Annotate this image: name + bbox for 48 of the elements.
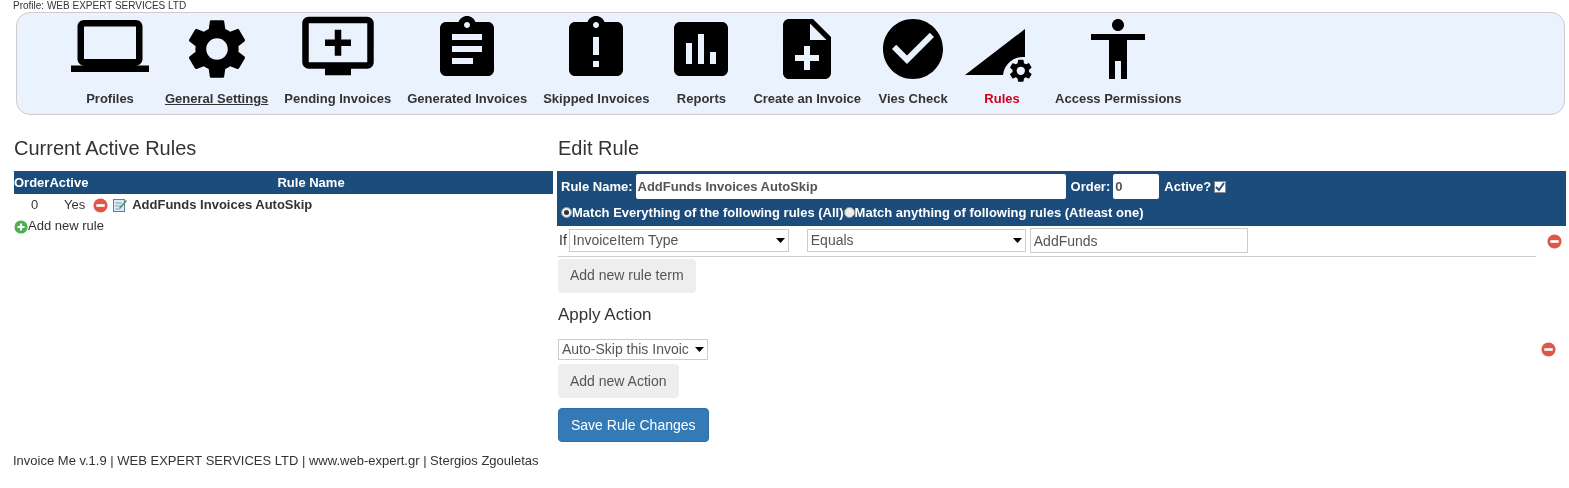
order-field[interactable]: 0 (1113, 174, 1160, 199)
delete-icon[interactable] (1541, 342, 1556, 357)
nav-link[interactable]: General Settings (165, 88, 269, 108)
value-field[interactable]: AddFunds (1029, 228, 1248, 253)
caret-icon (1012, 238, 1022, 243)
active-label: Active? (1164, 177, 1212, 196)
radio-label: Match Everything of the following rules (All) (572, 204, 844, 222)
caret-icon (695, 347, 704, 352)
active-cell-text: Yes (64, 196, 86, 215)
footer-text: Invoice Me v.1.9 | WEB EXPERT SERVICES LTD | www.web-expert.gr | Stergios Zgouletas (13, 452, 539, 470)
delete-icon[interactable] (93, 197, 109, 213)
nav-link[interactable]: Rules (984, 88, 1020, 108)
operator-select[interactable]: Equals (806, 229, 1026, 252)
save-rule-button[interactable]: Save Rule Changes (558, 408, 709, 442)
nav-link[interactable]: Access Permissions (1055, 88, 1182, 108)
order-cell-text: 0 (31, 196, 40, 215)
add-icon[interactable] (14, 220, 28, 235)
field-select[interactable]: InvoiceItem Type (568, 229, 789, 252)
add-action-button[interactable]: Add new Action (558, 364, 679, 398)
nav-link[interactable]: Generated Invoices (407, 88, 528, 108)
caret-icon (775, 238, 785, 243)
order-label: Order: (1070, 177, 1111, 196)
add-rule-term-button[interactable]: Add new rule term (558, 258, 696, 293)
section-title: Edit Rule (558, 136, 641, 161)
column-header: Order (14, 173, 50, 192)
if-label: If (559, 231, 567, 250)
action-select[interactable]: Auto-Skip this Invoic (558, 339, 708, 360)
active-checkbox[interactable] (1214, 180, 1227, 193)
nav-link[interactable]: Create an Invoice (753, 88, 862, 108)
nav-link[interactable]: Reports (676, 88, 726, 108)
column-header: Rule Name (277, 173, 345, 192)
rule-name-cell[interactable]: AddFunds Invoices AutoSkip (132, 195, 313, 215)
add-rule-link[interactable]: Add new rule (28, 216, 104, 236)
delete-icon[interactable] (1547, 233, 1562, 249)
radio-button[interactable] (561, 207, 572, 219)
profile-label: Profile: WEB EXPERT SERVICES LTD (13, 0, 187, 11)
nav-link[interactable]: Pending Invoices (284, 88, 392, 108)
nav-link[interactable]: Vies Check (878, 88, 948, 108)
radio-button[interactable] (843, 207, 855, 219)
rule-name-field[interactable]: AddFunds Invoices AutoSkip (635, 174, 1066, 199)
column-header: Active (49, 173, 89, 192)
nav-link[interactable]: Skipped Invoices (543, 88, 650, 108)
section-title: Current Active Rules (14, 136, 198, 161)
radio-label: Match anything of following rules (Atleast one) (854, 204, 1144, 222)
section-title: Apply Action (558, 303, 653, 326)
rule-name-label: Rule Name: (561, 177, 633, 196)
edit-icon[interactable] (113, 198, 128, 212)
nav-link[interactable]: Profiles (86, 88, 134, 108)
